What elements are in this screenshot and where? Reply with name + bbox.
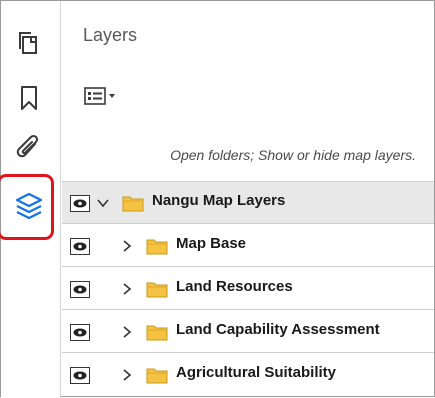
eye-icon[interactable] xyxy=(70,281,90,298)
options-menu-button[interactable] xyxy=(84,83,128,109)
folder-icon xyxy=(146,325,168,341)
layer-label: Map Base xyxy=(176,235,247,252)
layer-row-land-resources[interactable]: Land Resources xyxy=(62,268,434,310)
folder-icon xyxy=(122,196,144,212)
chevron-right-icon[interactable] xyxy=(120,282,134,296)
eye-icon[interactable] xyxy=(70,367,90,384)
eye-icon[interactable] xyxy=(70,238,90,255)
chevron-right-icon[interactable] xyxy=(120,368,134,382)
layer-label: Land Resources xyxy=(176,278,293,295)
layer-row-agricultural-suitability[interactable]: Agricultural Suitability xyxy=(62,354,434,396)
layers-panel: Layers Open folders; Show or hide map la… xyxy=(62,1,434,396)
layer-row-land-capability-assessment[interactable]: Land Capability Assessment xyxy=(62,311,434,353)
folder-icon xyxy=(146,368,168,384)
panel-hint: Open folders; Show or hide map layers. xyxy=(170,147,416,163)
layer-label: Land Capability Assessment xyxy=(176,321,380,338)
layers-icon-highlight xyxy=(0,174,54,240)
chevron-down-icon[interactable] xyxy=(96,196,110,210)
folder-icon xyxy=(146,282,168,298)
layer-label: Nangu Map Layers xyxy=(152,192,286,209)
chevron-right-icon[interactable] xyxy=(120,325,134,339)
list-options-icon xyxy=(84,87,115,105)
eye-icon[interactable] xyxy=(70,324,90,341)
layer-row-nangu-map-layers[interactable]: Nangu Map Layers xyxy=(62,182,434,224)
chevron-right-icon[interactable] xyxy=(120,239,134,253)
layer-label: Agricultural Suitability xyxy=(176,364,337,381)
bookmark-icon[interactable] xyxy=(9,78,49,118)
folder-icon xyxy=(146,239,168,255)
pages-icon[interactable] xyxy=(9,23,49,63)
attachment-icon[interactable] xyxy=(9,128,49,168)
panel-title: Layers xyxy=(83,25,138,45)
layers-panel-window: Layers Open folders; Show or hide map la… xyxy=(0,0,435,398)
layer-row-map-base[interactable]: Map Base xyxy=(62,225,434,267)
sidebar-rail xyxy=(0,1,61,398)
eye-icon[interactable] xyxy=(70,195,90,212)
